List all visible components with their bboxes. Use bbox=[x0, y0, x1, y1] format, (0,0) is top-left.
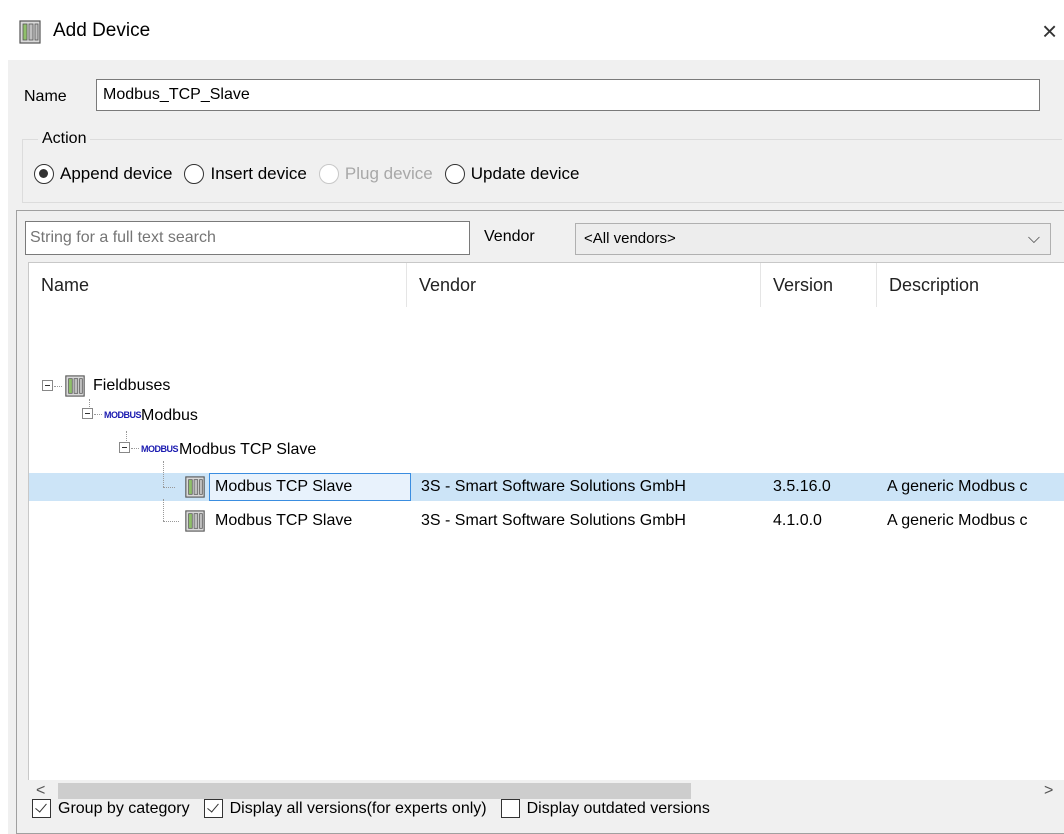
radio-label: Update device bbox=[470, 164, 580, 183]
tree-line bbox=[163, 461, 164, 487]
append-device-radio[interactable]: Append device bbox=[34, 164, 172, 184]
search-input[interactable] bbox=[25, 221, 470, 255]
radio-label: Append device bbox=[60, 164, 173, 183]
checkbox-box[interactable] bbox=[500, 799, 520, 818]
name-label: Name bbox=[24, 88, 67, 105]
scrollbar-thumb[interactable] bbox=[58, 783, 691, 799]
insert-device-radio[interactable]: Insert device bbox=[184, 164, 307, 184]
checkbox-label: Display all versions(for experts only) bbox=[229, 799, 487, 817]
tree-label: Modbus bbox=[141, 407, 198, 424]
action-legend: Action bbox=[38, 130, 91, 148]
radio-label: Plug device bbox=[344, 164, 433, 183]
column-header-version[interactable]: Version bbox=[761, 263, 877, 307]
collapse-icon[interactable] bbox=[42, 380, 53, 391]
vendor-dropdown[interactable]: <All vendors> ⌵ bbox=[575, 223, 1051, 255]
device-vendor: 3S - Smart Software Solutions GmbH bbox=[421, 512, 686, 529]
display-all-versions-checkbox[interactable]: Display all versions(for experts only) bbox=[203, 799, 487, 818]
checkbox-box[interactable] bbox=[32, 799, 51, 818]
option-checkboxes: Group by category Display all versions(f… bbox=[32, 799, 724, 818]
device-description: A generic Modbus c bbox=[887, 478, 1028, 495]
vendor-label: Vendor bbox=[484, 228, 535, 245]
tree-label: Fieldbuses bbox=[93, 377, 171, 394]
action-radios: Append device Insert device Plug device … bbox=[34, 164, 591, 184]
tree-row-fieldbuses[interactable]: Fieldbuses bbox=[29, 372, 1064, 400]
radio-circle[interactable] bbox=[34, 164, 54, 184]
radio-circle bbox=[318, 164, 339, 184]
modbus-icon: MODBUS bbox=[104, 410, 142, 420]
radio-circle[interactable] bbox=[184, 164, 205, 184]
plug-device-radio: Plug device bbox=[318, 164, 433, 184]
radio-label: Insert device bbox=[210, 164, 307, 183]
device-description: A generic Modbus c bbox=[887, 512, 1028, 529]
device-row[interactable]: Modbus TCP Slave 3S - Smart Software Sol… bbox=[29, 461, 1064, 501]
column-header-description[interactable]: Description bbox=[877, 263, 1064, 307]
tree-row-modbus-tcp-slave-group[interactable]: MODBUS Modbus TCP Slave bbox=[29, 431, 1064, 467]
close-button[interactable]: × bbox=[1042, 16, 1064, 46]
device-tree-list[interactable]: Name Vendor Version Description Fieldbus… bbox=[28, 262, 1064, 780]
tree-label: Modbus TCP Slave bbox=[179, 441, 317, 458]
scroll-right-icon[interactable]: > bbox=[1044, 780, 1053, 802]
title-bar: Add Device × bbox=[0, 0, 1064, 60]
checkbox-box[interactable] bbox=[203, 799, 223, 818]
tree-line bbox=[94, 414, 102, 415]
device-icon bbox=[19, 20, 41, 44]
checkbox-label: Group by category bbox=[58, 799, 190, 817]
collapse-icon[interactable] bbox=[82, 408, 93, 419]
tree-line bbox=[163, 521, 179, 522]
name-input[interactable] bbox=[96, 79, 1040, 111]
dialog-body: Name Action Append device Insert device … bbox=[8, 60, 1064, 834]
device-version: 4.1.0.0 bbox=[773, 512, 822, 529]
modbus-icon: MODBUS bbox=[141, 444, 179, 454]
device-icon bbox=[65, 375, 85, 397]
update-device-radio[interactable]: Update device bbox=[444, 164, 580, 184]
device-version: 3.5.16.0 bbox=[773, 478, 831, 495]
radio-circle[interactable] bbox=[444, 164, 465, 184]
tree-line bbox=[163, 499, 164, 521]
column-header-name[interactable]: Name bbox=[29, 263, 407, 307]
tree-line bbox=[89, 399, 90, 407]
device-name: Modbus TCP Slave bbox=[215, 478, 353, 495]
group-by-category-checkbox[interactable]: Group by category bbox=[32, 799, 190, 818]
device-name: Modbus TCP Slave bbox=[215, 512, 353, 529]
device-row[interactable]: Modbus TCP Slave 3S - Smart Software Sol… bbox=[29, 499, 1064, 535]
device-vendor: 3S - Smart Software Solutions GmbH bbox=[421, 478, 686, 495]
display-outdated-versions-checkbox[interactable]: Display outdated versions bbox=[500, 799, 710, 818]
tree-line bbox=[131, 448, 139, 449]
collapse-icon[interactable] bbox=[119, 442, 130, 453]
chevron-down-icon: ⌵ bbox=[1027, 230, 1040, 247]
device-icon bbox=[185, 510, 205, 532]
tree-line bbox=[126, 431, 127, 441]
column-header-vendor[interactable]: Vendor bbox=[407, 263, 761, 307]
tree-row-modbus[interactable]: MODBUS Modbus bbox=[29, 399, 1064, 433]
device-icon bbox=[185, 476, 205, 498]
tree-line bbox=[163, 487, 175, 488]
window-title: Add Device bbox=[53, 20, 151, 41]
vendor-selected: <All vendors> bbox=[584, 230, 676, 247]
tree-line bbox=[54, 386, 62, 387]
checkbox-label: Display outdated versions bbox=[526, 799, 710, 817]
